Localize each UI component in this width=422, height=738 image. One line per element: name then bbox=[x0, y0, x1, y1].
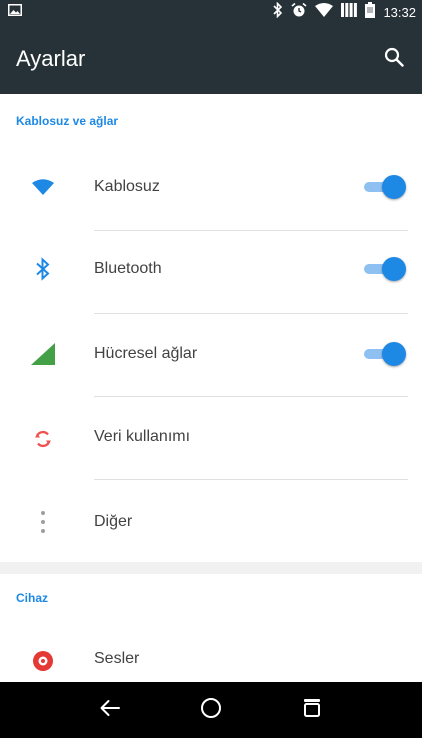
page-title: Ayarlar bbox=[16, 46, 86, 71]
alarm-icon bbox=[291, 2, 307, 23]
settings-item-data-usage[interactable]: Veri kullanımı bbox=[0, 396, 422, 478]
cellular-icon bbox=[30, 341, 56, 367]
bluetooth-toggle[interactable] bbox=[362, 256, 408, 282]
search-button[interactable] bbox=[380, 45, 408, 73]
recents-button[interactable] bbox=[292, 690, 332, 730]
section-header-wireless: Kablosuz ve ağlar bbox=[16, 114, 119, 128]
wifi-icon bbox=[315, 2, 334, 22]
settings-item-sound[interactable]: Sesler bbox=[0, 624, 422, 682]
bluetooth-icon bbox=[30, 256, 56, 282]
settings-item-label: Kablosuz bbox=[94, 178, 160, 195]
search-icon bbox=[384, 47, 404, 72]
wifi-toggle[interactable] bbox=[362, 174, 408, 200]
bluetooth-icon bbox=[273, 1, 283, 23]
status-bar: 13:32 bbox=[0, 0, 422, 24]
toggle-thumb bbox=[382, 257, 406, 281]
settings-item-label: Hücresel ağlar bbox=[94, 345, 198, 362]
recents-icon bbox=[302, 698, 322, 723]
settings-item-label: Diğer bbox=[94, 513, 133, 530]
app-bar: Ayarlar bbox=[0, 24, 422, 94]
settings-item-cellular[interactable]: Hücresel ağlar bbox=[0, 313, 422, 395]
toggle-thumb bbox=[382, 175, 406, 199]
toggle-thumb bbox=[382, 342, 406, 366]
status-left bbox=[8, 3, 22, 21]
cellular-toggle[interactable] bbox=[362, 341, 408, 367]
settings-item-label: Sesler bbox=[94, 650, 140, 667]
settings-item-more[interactable]: Diğer bbox=[0, 479, 422, 561]
home-button[interactable] bbox=[191, 690, 231, 730]
section-header-device: Cihaz bbox=[16, 591, 49, 605]
section-gap bbox=[0, 562, 422, 574]
settings-list: Kablosuz ve ağlar Kablosuz Bluetooth Hüc… bbox=[0, 94, 422, 682]
battery-icon bbox=[365, 1, 376, 23]
wifi-icon bbox=[30, 174, 56, 200]
signal-icon bbox=[341, 2, 358, 22]
data-usage-icon bbox=[30, 426, 56, 452]
status-time: 13:32 bbox=[383, 4, 416, 20]
settings-item-label: Veri kullanımı bbox=[94, 428, 191, 445]
home-icon bbox=[200, 697, 222, 724]
settings-item-bluetooth[interactable]: Bluetooth bbox=[0, 230, 422, 312]
sound-icon bbox=[30, 648, 56, 674]
settings-item-wifi[interactable]: Kablosuz bbox=[0, 146, 422, 228]
settings-item-label: Bluetooth bbox=[94, 260, 162, 277]
image-notification-icon bbox=[8, 3, 22, 21]
status-right: 13:32 bbox=[273, 1, 416, 23]
navigation-bar bbox=[0, 682, 422, 738]
back-icon bbox=[99, 699, 121, 722]
more-icon bbox=[30, 509, 56, 535]
back-button[interactable] bbox=[90, 690, 130, 730]
